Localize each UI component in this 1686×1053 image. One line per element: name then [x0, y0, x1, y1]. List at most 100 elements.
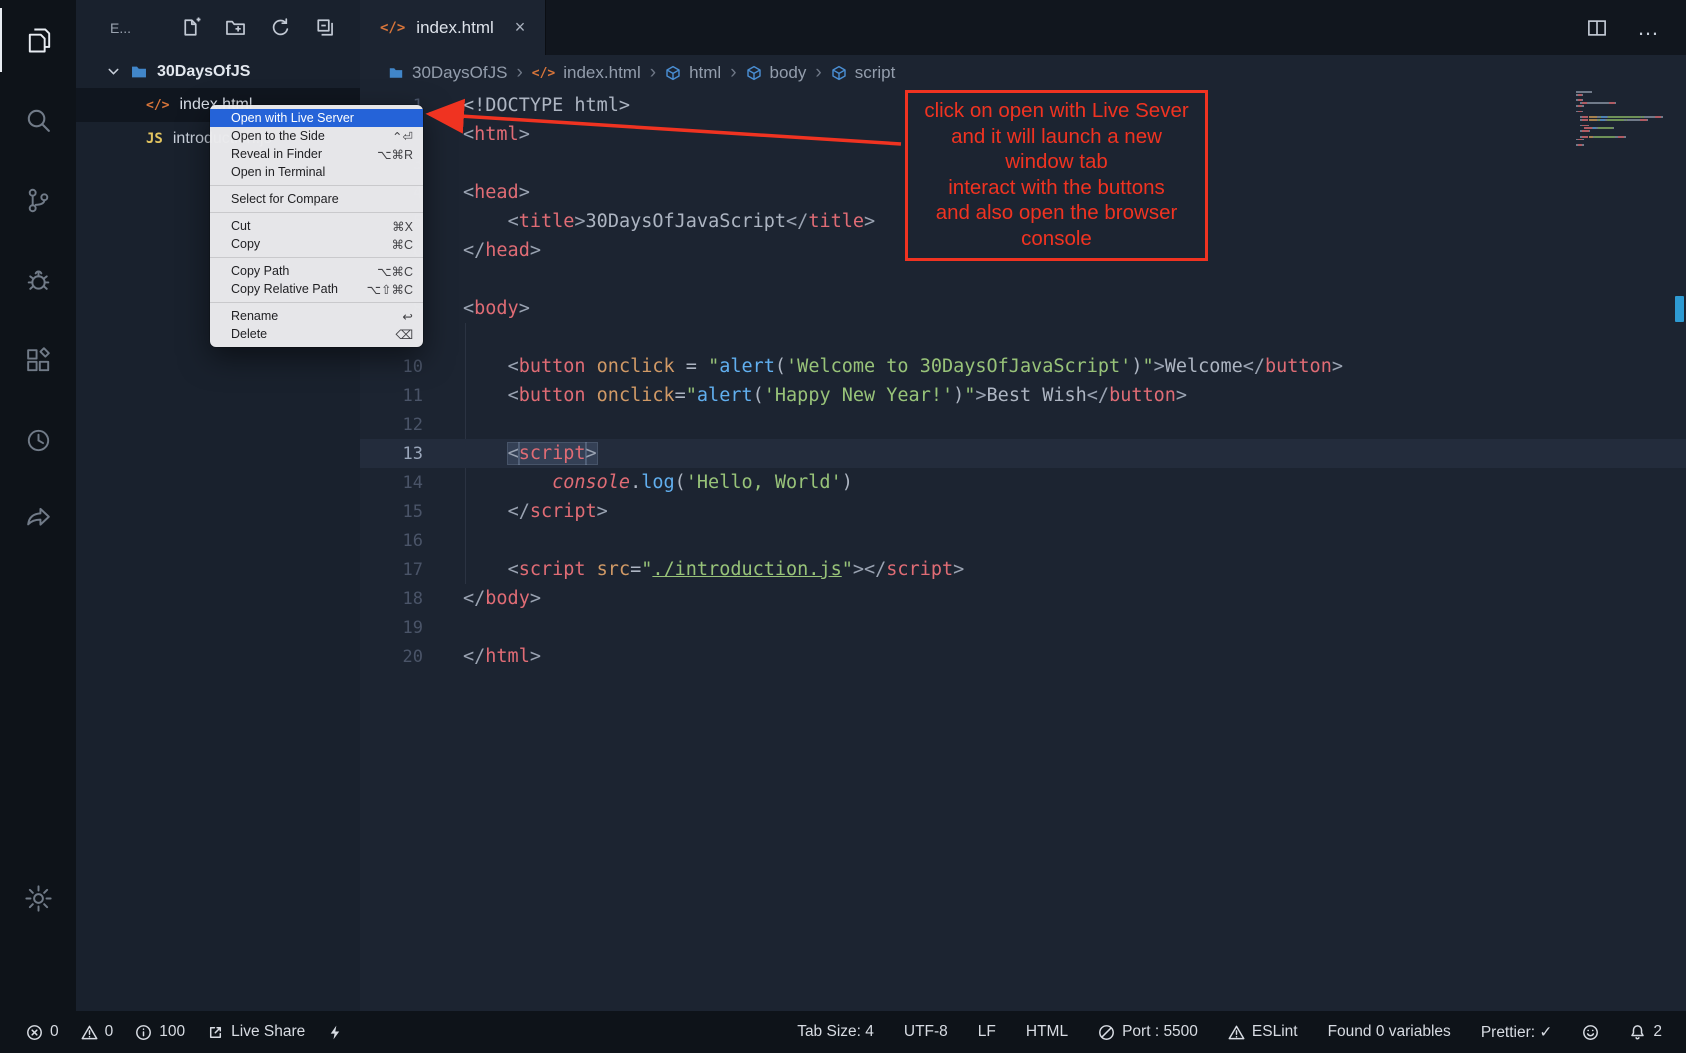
line-number[interactable]: 19	[360, 618, 423, 638]
new-folder-icon[interactable]	[225, 17, 246, 38]
breadcrumb-item-30daysofjs[interactable]: 30DaysOfJS	[388, 63, 507, 83]
code-line-11[interactable]: 11 <button onclick="alert('Happy New Yea…	[360, 381, 1686, 410]
code-line-13[interactable]: 13 <script>	[360, 439, 1686, 468]
menu-item-open-with-live-server[interactable]: Open with Live Server	[210, 109, 423, 127]
explorer-root-folder[interactable]: 30DaysOfJS	[76, 55, 360, 88]
status-item-tab-size[interactable]: Tab Size: 4	[797, 1023, 874, 1041]
liveshare-icon	[207, 1024, 224, 1041]
code-text: <body>	[423, 298, 530, 319]
html-file-icon: </>	[146, 98, 169, 113]
breadcrumb-item-index-html[interactable]: </>index.html	[532, 63, 641, 83]
status-item-prettier[interactable]: Prettier: ✓	[1481, 1023, 1553, 1042]
close-icon[interactable]: ×	[515, 17, 526, 38]
minimap-line	[1576, 99, 1672, 101]
code-line-7[interactable]: 7	[360, 265, 1686, 294]
code-line-18[interactable]: 18</body>	[360, 584, 1686, 613]
status-item-errors[interactable]: 0	[26, 1023, 59, 1041]
explorer-toolbar	[180, 17, 336, 38]
html-file-icon: </>	[532, 66, 555, 81]
menu-item-copy[interactable]: Copy⌘C	[210, 235, 423, 253]
status-item-notifications[interactable]: 2	[1629, 1023, 1662, 1041]
editor-actions: …	[1587, 0, 1686, 55]
menu-item-select-for-compare[interactable]: Select for Compare	[210, 190, 423, 208]
line-number[interactable]: 16	[360, 531, 423, 551]
code-line-8[interactable]: 8<body>	[360, 294, 1686, 323]
code-text: <!DOCTYPE html>	[423, 95, 630, 116]
activity-item-settings[interactable]	[0, 866, 76, 930]
code-text: <head>	[423, 182, 530, 203]
new-file-icon[interactable]	[180, 17, 201, 38]
line-number[interactable]: 17	[360, 560, 423, 580]
refresh-icon[interactable]	[270, 17, 291, 38]
code-line-12[interactable]: 12	[360, 410, 1686, 439]
line-number[interactable]: 10	[360, 357, 423, 377]
breadcrumb-item-html[interactable]: html	[665, 63, 721, 83]
menu-item-copy-relative-path[interactable]: Copy Relative Path⌥⇧⌘C	[210, 280, 423, 298]
line-number[interactable]: 15	[360, 502, 423, 522]
line-number[interactable]: 12	[360, 415, 423, 435]
code-line-19[interactable]: 19	[360, 613, 1686, 642]
more-actions-icon[interactable]: …	[1637, 15, 1660, 41]
status-item-warnings[interactable]: 0	[81, 1023, 114, 1041]
code-text: <script>	[423, 443, 597, 464]
breadcrumb-item-body[interactable]: body	[746, 63, 807, 83]
code-line-14[interactable]: 14 console.log('Hello, World')	[360, 468, 1686, 497]
line-number[interactable]: 14	[360, 473, 423, 493]
code-text: <button onclick="alert('Happy New Year!'…	[423, 385, 1187, 406]
menu-item-label: Copy Path	[231, 264, 289, 278]
search-icon	[23, 105, 54, 136]
status-item-encoding[interactable]: UTF-8	[904, 1023, 948, 1041]
status-item-live-share[interactable]: Live Share	[207, 1023, 305, 1041]
explorer-title: E...	[110, 20, 131, 36]
status-item-language-mode[interactable]: HTML	[1026, 1023, 1068, 1041]
status-item-port[interactable]: Port : 5500	[1098, 1023, 1198, 1041]
menu-item-rename[interactable]: Rename↩	[210, 307, 423, 325]
line-number[interactable]: 18	[360, 589, 423, 609]
menu-item-open-to-the-side[interactable]: Open to the Side⌃⏎	[210, 127, 423, 145]
split-editor-icon[interactable]	[1587, 18, 1607, 38]
minimap-line	[1576, 127, 1672, 129]
status-label: Live Share	[231, 1023, 305, 1041]
menu-item-delete[interactable]: Delete⌫	[210, 325, 423, 343]
menu-item-copy-path[interactable]: Copy Path⌥⌘C	[210, 262, 423, 280]
line-number[interactable]: 20	[360, 647, 423, 667]
menu-item-open-in-terminal[interactable]: Open in Terminal	[210, 163, 423, 181]
code-line-10[interactable]: 10 <button onclick = "alert('Welcome to …	[360, 352, 1686, 381]
editor-tab-index-html[interactable]: </> index.html ×	[360, 0, 546, 55]
menu-item-reveal-in-finder[interactable]: Reveal in Finder⌥⌘R	[210, 145, 423, 163]
status-item-zap[interactable]	[327, 1024, 344, 1041]
code-line-20[interactable]: 20</html>	[360, 642, 1686, 671]
activity-item-extensions[interactable]	[0, 328, 76, 392]
menu-item-label: Rename	[231, 309, 278, 323]
explorer-header: E...	[76, 0, 360, 55]
line-number[interactable]: 13	[360, 444, 423, 464]
minimap-line	[1576, 136, 1672, 138]
code-text: <html>	[423, 124, 530, 145]
activity-item-explorer[interactable]	[0, 8, 76, 72]
code-line-15[interactable]: 15 </script>	[360, 497, 1686, 526]
activity-item-search[interactable]	[0, 88, 76, 152]
menu-item-cut[interactable]: Cut⌘X	[210, 217, 423, 235]
breadcrumb-separator: ›	[815, 62, 821, 84]
status-item-eol[interactable]: LF	[978, 1023, 996, 1041]
code-text: <button onclick = "alert('Welcome to 30D…	[423, 356, 1343, 377]
line-number[interactable]: 11	[360, 386, 423, 406]
status-item-info[interactable]: 100	[135, 1023, 185, 1041]
status-item-eslint[interactable]: ESLint	[1228, 1023, 1298, 1041]
code-line-9[interactable]: 9	[360, 323, 1686, 352]
activity-item-run-debug[interactable]	[0, 248, 76, 312]
status-item-variables[interactable]: Found 0 variables	[1328, 1023, 1451, 1041]
context-menu: Open with Live ServerOpen to the Side⌃⏎R…	[210, 105, 423, 347]
code-line-17[interactable]: 17 <script src="./introduction.js"></scr…	[360, 555, 1686, 584]
activity-item-live-share[interactable]	[0, 488, 76, 552]
breadcrumb-item-script[interactable]: script	[831, 63, 896, 83]
code-line-16[interactable]: 16	[360, 526, 1686, 555]
activity-item-source-control[interactable]	[0, 168, 76, 232]
minimap[interactable]	[1576, 91, 1672, 147]
status-item-feedback[interactable]	[1582, 1024, 1599, 1041]
status-label: Found 0 variables	[1328, 1023, 1451, 1041]
collapse-all-icon[interactable]	[315, 17, 336, 38]
status-label: HTML	[1026, 1023, 1068, 1041]
menu-item-label: Open with Live Server	[231, 111, 354, 125]
activity-item-history[interactable]	[0, 408, 76, 472]
